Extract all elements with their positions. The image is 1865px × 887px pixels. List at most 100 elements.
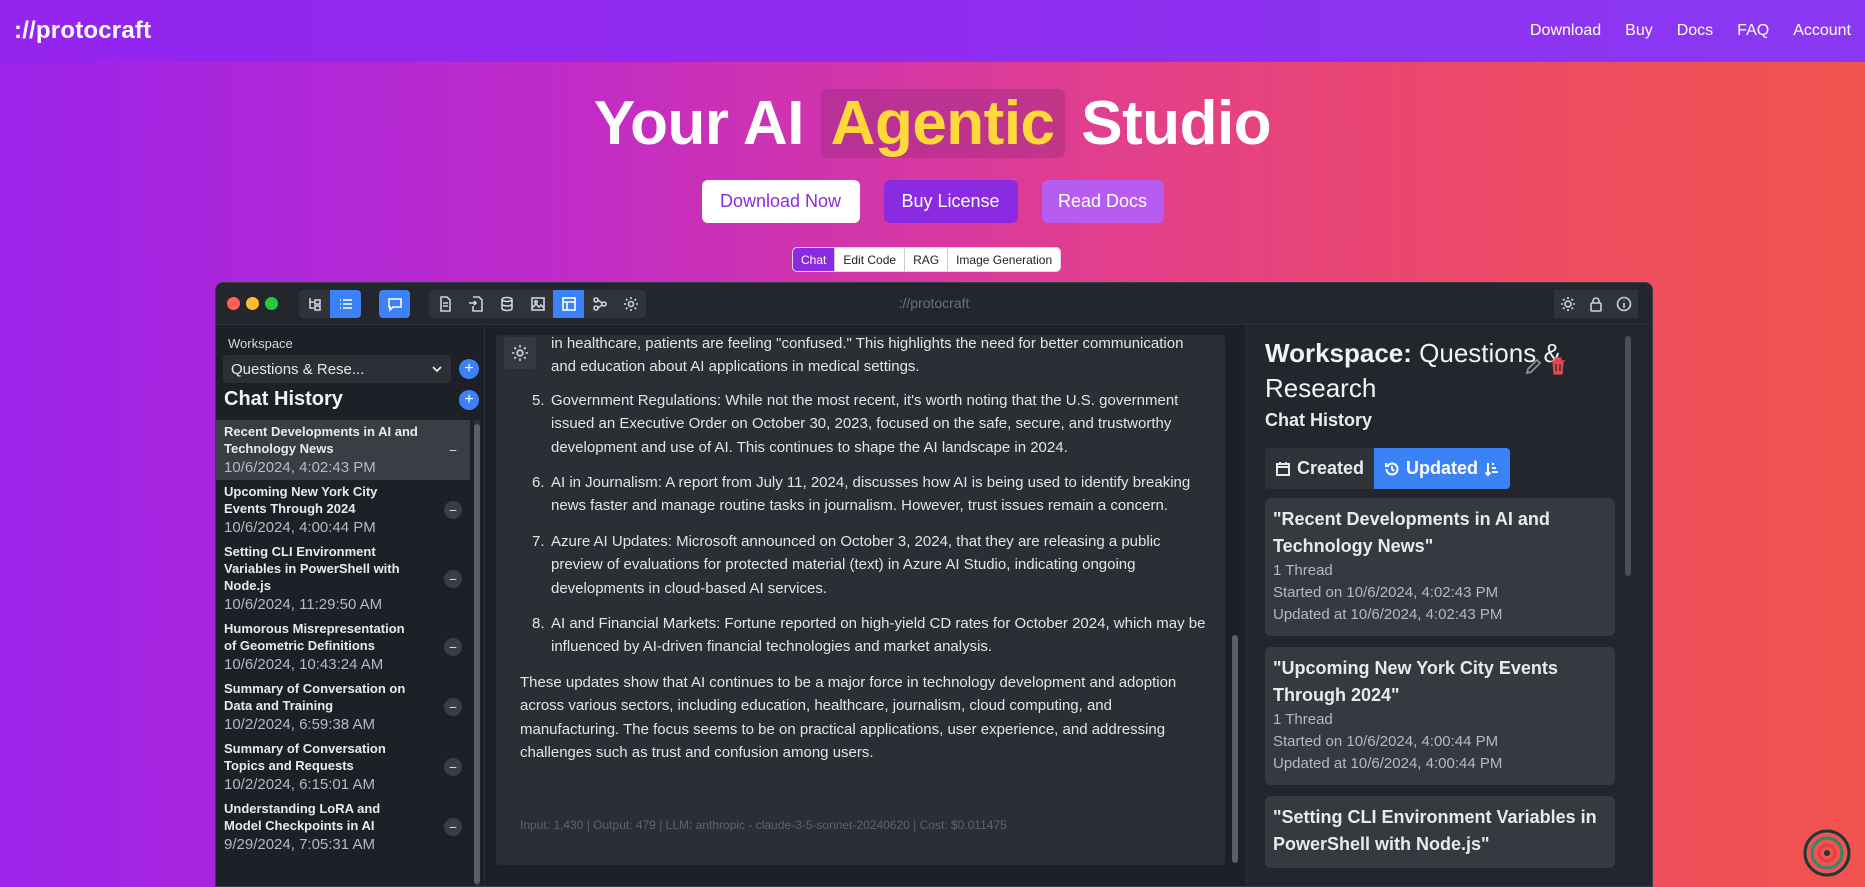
list-item-text: AI in Journalism: A report from July 11,… [551,474,1191,515]
nav-link-account[interactable]: Account [1793,22,1851,40]
chat-card-title: "Recent Developments in AI and Technolog… [1273,509,1550,556]
title-bar: ://protocraft [216,283,1652,325]
chat-item-title: Understanding LoRA and Model Checkpoints… [224,801,381,833]
chat-list-item[interactable]: Setting CLI Environment Variables in Pow… [216,540,470,617]
chat-card-title: "Setting CLI Environment Variables in Po… [1273,807,1597,854]
chat-list-item[interactable]: Upcoming New York City Events Through 20… [216,480,470,540]
hero-buttons: Download Now Buy License Read Docs [0,180,1865,223]
lock-button[interactable] [1582,290,1610,318]
sort-created-button[interactable]: Created [1265,448,1375,489]
workspace-scrollbar-thumb[interactable] [1625,336,1631,576]
tab-image-generation[interactable]: Image Generation [947,248,1060,271]
chat-item-date: 10/6/2024, 10:43:24 AM [224,656,384,673]
sun-icon [1561,297,1575,311]
sort-updated-label: Updated [1406,458,1479,478]
chat-settings-button[interactable] [504,337,536,369]
chat-item-date: 9/29/2024, 7:05:31 AM [224,836,375,853]
add-workspace-button[interactable]: + [459,359,479,379]
list-item-text: in healthcare, patients are feeling "con… [551,335,1184,376]
lock-icon [1590,297,1602,312]
chat-item-title: Recent Developments in AI and Technology… [224,424,418,456]
list-item: 5. Government Regulations: While not the… [520,389,1210,459]
calendar-icon [1276,461,1290,476]
remove-chat-button[interactable]: − [444,818,462,836]
list-item-number: 7. [532,532,545,550]
chat-card[interactable]: "Upcoming New York City Events Through 2… [1265,647,1615,785]
top-nav: ://protocraft Download Buy Docs FAQ Acco… [0,0,1865,62]
workspace-select-value: Questions & Rese... [231,360,365,378]
trash-icon[interactable] [1549,356,1567,376]
nav-link-download[interactable]: Download [1530,22,1601,40]
chat-item-title: Humorous Misrepresentation of Geometric … [224,621,405,653]
list-item-number: 8. [532,615,545,633]
chevron-down-icon [432,366,442,373]
chat-item-date: 10/6/2024, 4:02:43 PM [224,459,376,476]
hero-title-post: Studio [1081,89,1272,158]
chat-list-item[interactable]: Summary of Conversation Topics and Reque… [216,737,470,797]
workspace-panel: Workspace: Questions & Research Chat His… [1246,326,1652,886]
remove-chat-button[interactable]: − [444,501,462,519]
workspace-chat-history-title: Chat History [1265,410,1373,430]
remove-chat-button[interactable]: − [444,758,462,776]
hero-title-highlight: Agentic [820,89,1065,158]
remove-chat-button[interactable]: − [444,441,462,459]
tab-edit-code[interactable]: Edit Code [834,248,904,271]
gear-icon [512,345,528,361]
chat-scrollbar-thumb[interactable] [1232,635,1238,863]
list-item: 7. Azure AI Updates: Microsoft announced… [520,530,1210,600]
chat-list-item[interactable]: Understanding LoRA and Model Checkpoints… [216,797,470,857]
tab-rag[interactable]: RAG [904,248,947,271]
nav-links: Download Buy Docs FAQ Account [1530,22,1851,40]
list-item-number: 5. [532,391,545,409]
chat-item-date: 10/6/2024, 4:00:44 PM [224,519,376,536]
download-now-button[interactable]: Download Now [701,180,860,223]
chat-list-item[interactable]: Recent Developments in AI and Technology… [216,420,470,480]
add-chat-button[interactable]: + [459,390,479,410]
info-button[interactable] [1610,290,1638,318]
read-docs-button[interactable]: Read Docs [1041,180,1164,223]
chat-card-updated: Updated at 10/6/2024, 4:00:44 PM [1273,755,1503,772]
chat-item-title: Summary of Conversation Topics and Reque… [224,741,386,773]
hero-title-pre: Your AI [593,89,805,158]
nav-link-buy[interactable]: Buy [1625,22,1653,40]
chat-card-threads: 1 Thread [1273,711,1333,728]
list-item: 8. AI and Financial Markets: Fortune rep… [520,612,1210,659]
remove-chat-button[interactable]: − [444,638,462,656]
list-item-text: Government Regulations: While not the mo… [551,391,1179,456]
buy-license-button[interactable]: Buy License [883,180,1018,223]
list-item-number: 6. [532,474,545,492]
chat-card[interactable]: "Recent Developments in AI and Technolog… [1265,498,1615,636]
window-title: ://protocraft [898,295,970,311]
nav-link-docs[interactable]: Docs [1677,22,1713,40]
site-logo[interactable]: ://protocraft [14,17,151,45]
theme-toggle-button[interactable] [1554,290,1582,318]
info-icon [1616,296,1632,312]
mode-tabs: Chat Edit Code RAG Image Generation [792,247,1062,272]
chat-list-item[interactable]: Humorous Misrepresentation of Geometric … [216,617,470,677]
chat-card[interactable]: "Setting CLI Environment Variables in Po… [1265,796,1615,868]
chat-card-started: Started on 10/6/2024, 4:02:43 PM [1273,584,1499,601]
history-icon [1385,462,1399,475]
chat-item-title: Summary of Conversation on Data and Trai… [224,681,406,713]
app-window: ://protocraft Workspace Questions & Rese… [215,282,1653,887]
chat-list-item[interactable]: Summary of Conversation on Data and Trai… [216,677,470,737]
remove-chat-button[interactable]: − [444,698,462,716]
workspace-select[interactable]: Questions & Rese... [223,355,451,383]
chat-message-intro: in healthcare, patients are feeling "con… [520,332,1210,379]
workspace-label: Workspace [228,336,293,351]
sidebar-divider[interactable] [484,326,485,886]
chat-card-started: Started on 10/6/2024, 4:00:44 PM [1273,733,1499,750]
chat-message: in healthcare, patients are feeling "con… [520,332,1210,765]
list-item: 6. AI in Journalism: A report from July … [520,471,1210,518]
sidebar-scrollbar-thumb[interactable] [474,424,480,884]
chat-item-title: Upcoming New York City Events Through 20… [224,484,378,516]
workspace-heading: Workspace: Questions & Research [1265,336,1565,406]
sort-updated-button[interactable]: Updated [1374,448,1511,489]
pencil-icon[interactable] [1524,356,1544,376]
sort-created-label: Created [1297,458,1365,478]
target-badge-icon[interactable] [1802,828,1852,878]
remove-chat-button[interactable]: − [444,569,462,588]
list-item-text: Azure AI Updates: Microsoft announced on… [551,532,1161,597]
nav-link-faq[interactable]: FAQ [1737,22,1769,40]
tab-chat[interactable]: Chat [793,248,835,271]
